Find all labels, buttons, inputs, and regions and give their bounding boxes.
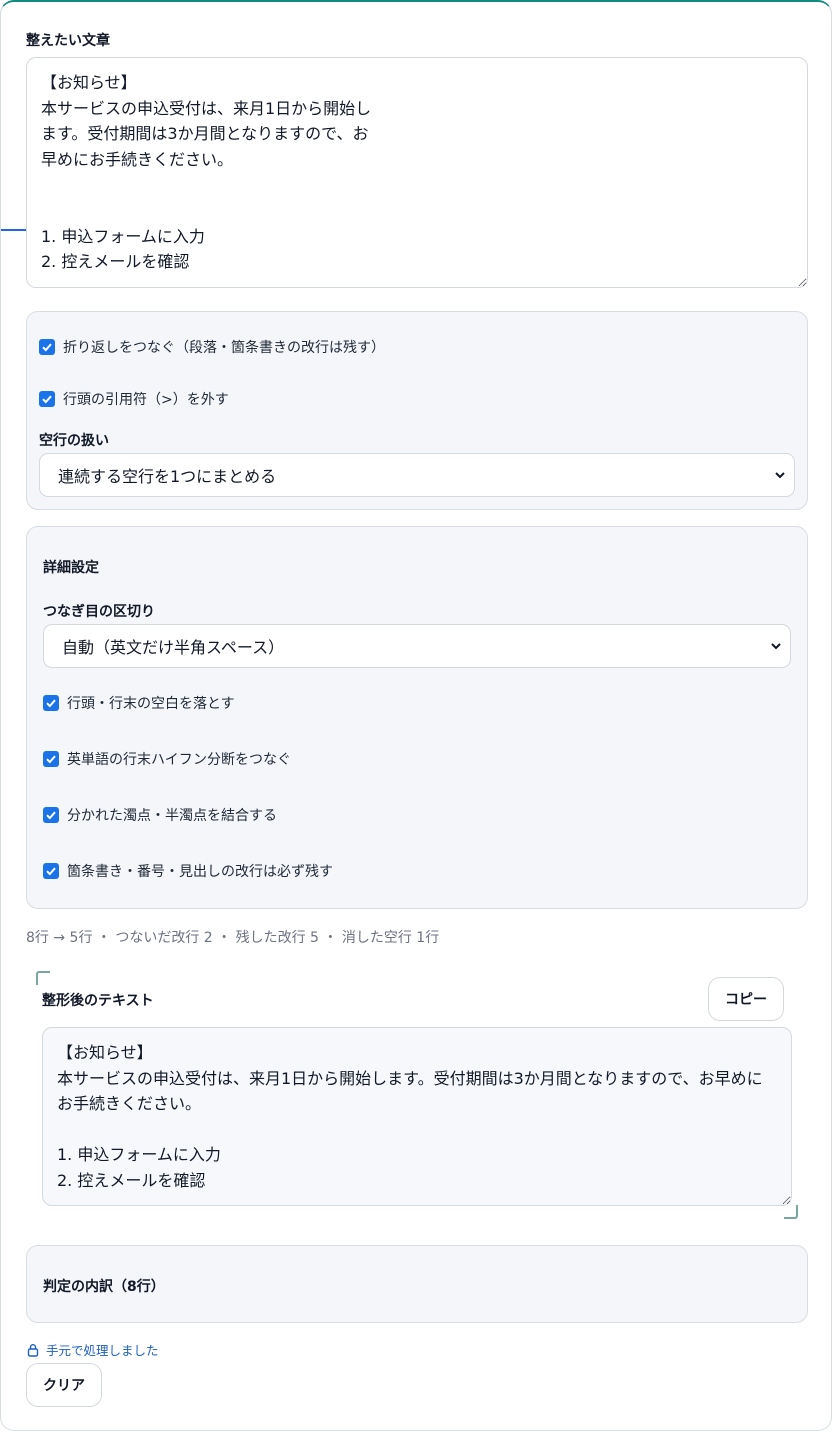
merge-dakuten-label: 分かれた濁点・半濁点を結合する xyxy=(67,808,277,824)
blank-lines-label: 空行の扱い xyxy=(39,433,109,449)
separator-select[interactable]: 自動（英文だけ半角スペース） xyxy=(43,624,791,668)
breakdown-title[interactable]: 判定の内訳（8行） xyxy=(43,1276,165,1296)
checkmark-icon xyxy=(43,807,59,823)
join-hyphen-label: 英単語の行末ハイフン分断をつなぐ xyxy=(67,752,291,768)
blank-lines-value: 連続する空行を1つにまとめる xyxy=(58,467,277,486)
output-corner-marker xyxy=(36,971,50,985)
checkmark-icon xyxy=(43,863,59,879)
output-label: 整形後のテキスト xyxy=(42,993,154,1009)
source-label: 整えたい文章 xyxy=(26,33,110,49)
trim-spaces-checkbox[interactable]: 行頭・行末の空白を落とす xyxy=(43,693,235,713)
output-corner-marker xyxy=(784,1205,798,1219)
separator-label: つなぎ目の区切り xyxy=(43,604,155,620)
join-wraps-label: 折り返しをつなぐ（段落・箇条書きの改行は残す） xyxy=(63,340,385,356)
join-hyphen-checkbox[interactable]: 英単語の行末ハイフン分断をつなぐ xyxy=(43,749,291,769)
checkmark-icon xyxy=(43,751,59,767)
copy-button[interactable]: コピー xyxy=(708,977,784,1021)
tool-card: 整えたい文章 【お知らせ】 本サービスの申込受付は、来月1日から開始し ます。受… xyxy=(0,0,832,1431)
chevron-down-icon xyxy=(775,472,785,479)
local-note-text: 手元で処理しました xyxy=(46,1343,159,1358)
output-textarea[interactable]: 【お知らせ】 本サービスの申込受付は、来月1日から開始します。受付期間は3か月間… xyxy=(42,1027,792,1206)
local-processing-note: 手元で処理しました xyxy=(26,1340,159,1359)
keep-list-breaks-checkbox[interactable]: 箇条書き・番号・見出しの改行は必ず残す xyxy=(43,861,333,881)
join-wraps-checkbox[interactable]: 折り返しをつなぐ（段落・箇条書きの改行は残す） xyxy=(39,337,385,357)
source-textarea[interactable]: 【お知らせ】 本サービスの申込受付は、来月1日から開始し ます。受付期間は3か月… xyxy=(26,57,808,288)
separator-value: 自動（英文だけ半角スペース） xyxy=(62,638,285,657)
strip-quotes-checkbox[interactable]: 行頭の引用符（>）を外す xyxy=(39,389,229,409)
advanced-title: 詳細設定 xyxy=(43,560,99,576)
trim-spaces-label: 行頭・行末の空白を落とす xyxy=(67,696,235,712)
clear-button[interactable]: クリア xyxy=(26,1363,102,1407)
blank-lines-select[interactable]: 連続する空行を1つにまとめる xyxy=(39,453,795,497)
lock-icon xyxy=(27,1343,39,1357)
left-accent-bar xyxy=(1,229,26,231)
strip-quotes-label: 行頭の引用符（>）を外す xyxy=(63,392,229,408)
keep-list-breaks-label: 箇条書き・番号・見出しの改行は必ず残す xyxy=(67,864,333,880)
checkmark-icon xyxy=(43,695,59,711)
checkmark-icon xyxy=(39,391,55,407)
checkmark-icon xyxy=(39,339,55,355)
chevron-down-icon xyxy=(771,643,781,650)
merge-dakuten-checkbox[interactable]: 分かれた濁点・半濁点を結合する xyxy=(43,805,277,825)
stats-summary: 8行 → 5行 ・ つないだ改行 2 ・ 残した改行 5 ・ 消した空行 1行 xyxy=(26,930,440,946)
advanced-panel xyxy=(26,526,808,909)
